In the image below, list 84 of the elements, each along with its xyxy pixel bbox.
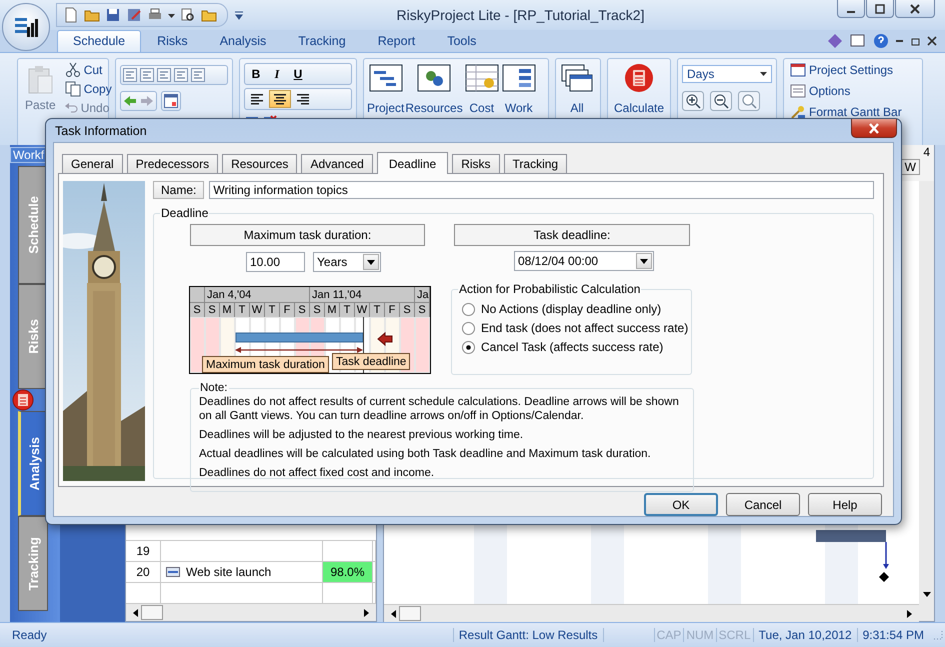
- format-button[interactable]: U: [288, 65, 308, 83]
- window-title: RiskyProject Lite - [RP_Tutorial_Track2]: [396, 7, 646, 23]
- all-views-button[interactable]: All: [557, 61, 597, 143]
- ribbon-button[interactable]: Copy: [62, 80, 114, 97]
- dialog-tab[interactable]: Risks: [452, 154, 500, 173]
- week-header: Jan 11,'04: [310, 287, 415, 302]
- status-text: Ready: [11, 628, 48, 642]
- ribbon-tab[interactable]: Tracking: [282, 30, 362, 52]
- calculate-button[interactable]: Calculate: [610, 61, 668, 143]
- deadline-date-select[interactable]: 08/12/04 00:00: [514, 251, 654, 271]
- day-header: S: [310, 302, 325, 317]
- status-time: 9:31:54 PM: [856, 628, 929, 642]
- ribbon-tab[interactable]: Risks: [141, 30, 204, 52]
- note-text: Deadlines do not affect fixed cost and income.: [199, 466, 436, 480]
- day-header: F: [280, 302, 295, 317]
- note-text: Actual deadlines will be calculated using both Task deadline and Maximum task duration.: [199, 447, 652, 461]
- dialog-tab[interactable]: General: [62, 154, 123, 173]
- ribbon-tab[interactable]: Schedule: [57, 30, 142, 52]
- dialog-button[interactable]: Help: [808, 493, 882, 516]
- time-unit-select[interactable]: Days: [682, 65, 772, 83]
- table-cell: Web site launch: [186, 565, 272, 579]
- timescale-label: 4: [923, 145, 930, 159]
- name-field[interactable]: Writing information topics: [209, 181, 874, 199]
- day-header: S: [295, 302, 310, 317]
- status-date: Tue, Jan 10,2012: [752, 628, 857, 642]
- view-button[interactable]: Cost: [464, 61, 500, 143]
- key-indicator: NUM: [683, 628, 716, 642]
- dialog-tab[interactable]: Tracking: [504, 154, 568, 173]
- dialog-tab[interactable]: Predecessors: [126, 154, 218, 173]
- duration-header: Maximum task duration:: [190, 224, 425, 246]
- note-text: Deadlines will be adjusted to the nearest previous working time.: [199, 428, 524, 442]
- deadline-header: Task deadline:: [454, 224, 690, 246]
- ribbon-button[interactable]: Format Gantt Bar: [788, 103, 918, 121]
- unit-select[interactable]: Years: [313, 252, 381, 272]
- week-header: Ja: [415, 287, 430, 302]
- dialog-tab[interactable]: Deadline: [376, 152, 448, 174]
- ribbon-button[interactable]: Options: [788, 82, 918, 100]
- table-cell: 98.0%: [323, 562, 373, 582]
- day-header: F: [385, 302, 400, 317]
- option-label: No Actions (display deadline only): [481, 302, 662, 316]
- view-button[interactable]: Resources: [405, 61, 463, 143]
- format-button[interactable]: B: [246, 65, 266, 83]
- day-header: T: [235, 302, 250, 317]
- status-text: Result Gantt: Low Results: [452, 628, 604, 642]
- ribbon-tab[interactable]: Analysis: [204, 30, 282, 52]
- row-number: 19: [126, 541, 161, 561]
- day-header: S: [190, 302, 205, 317]
- group-title: Note:: [199, 381, 228, 395]
- duration-callout: Maximum task duration: [202, 356, 329, 373]
- name-label: Name:: [153, 181, 204, 199]
- option-label: End task (does not affect success rate): [481, 321, 688, 335]
- day-header: S: [415, 302, 430, 317]
- day-header: W: [355, 302, 370, 317]
- group-title: Deadline: [160, 206, 210, 220]
- ribbon-button[interactable]: Cut: [62, 61, 114, 78]
- day-header: M: [220, 302, 235, 317]
- dialog-tab[interactable]: Resources: [222, 154, 298, 173]
- day-header: T: [265, 302, 280, 317]
- key-indicator: CAP: [654, 628, 684, 642]
- deadline-callout: Task deadline: [332, 353, 410, 370]
- ribbon-tab[interactable]: Tools: [431, 30, 492, 52]
- dialog-button[interactable]: OK: [644, 493, 718, 516]
- ribbon-button[interactable]: Project Settings: [788, 61, 918, 79]
- day-header: W: [250, 302, 265, 317]
- workflow-tab[interactable]: Analysis: [18, 411, 48, 516]
- format-button[interactable]: I: [267, 65, 287, 83]
- day-header: S: [400, 302, 415, 317]
- day-header: T: [370, 302, 385, 317]
- key-indicator: SCRL: [716, 628, 753, 642]
- duration-field[interactable]: 10.00: [246, 252, 305, 272]
- ribbon-tab[interactable]: Report: [362, 30, 432, 52]
- day-header: T: [340, 302, 355, 317]
- dialog-title: Task Information: [55, 124, 147, 138]
- note-text: Deadlines do not affect results of current schedule calculations. Deadline arrows will be shown on all Gantt views. You can turn deadline arrows on/off in Options/Calendar.: [199, 395, 680, 423]
- week-header: Jan 4,'04: [205, 287, 310, 302]
- view-button[interactable]: Project: [367, 61, 404, 143]
- dialog-tab[interactable]: Advanced: [301, 154, 373, 173]
- day-header: M: [325, 302, 340, 317]
- view-button[interactable]: Work: [500, 61, 537, 143]
- group-title: Action for Probabilistic Calculation: [458, 282, 642, 296]
- row-number: 20: [126, 562, 161, 582]
- option-label: Cancel Task (affects success rate): [481, 340, 664, 354]
- day-header: S: [205, 302, 220, 317]
- dialog-button[interactable]: Cancel: [726, 493, 800, 516]
